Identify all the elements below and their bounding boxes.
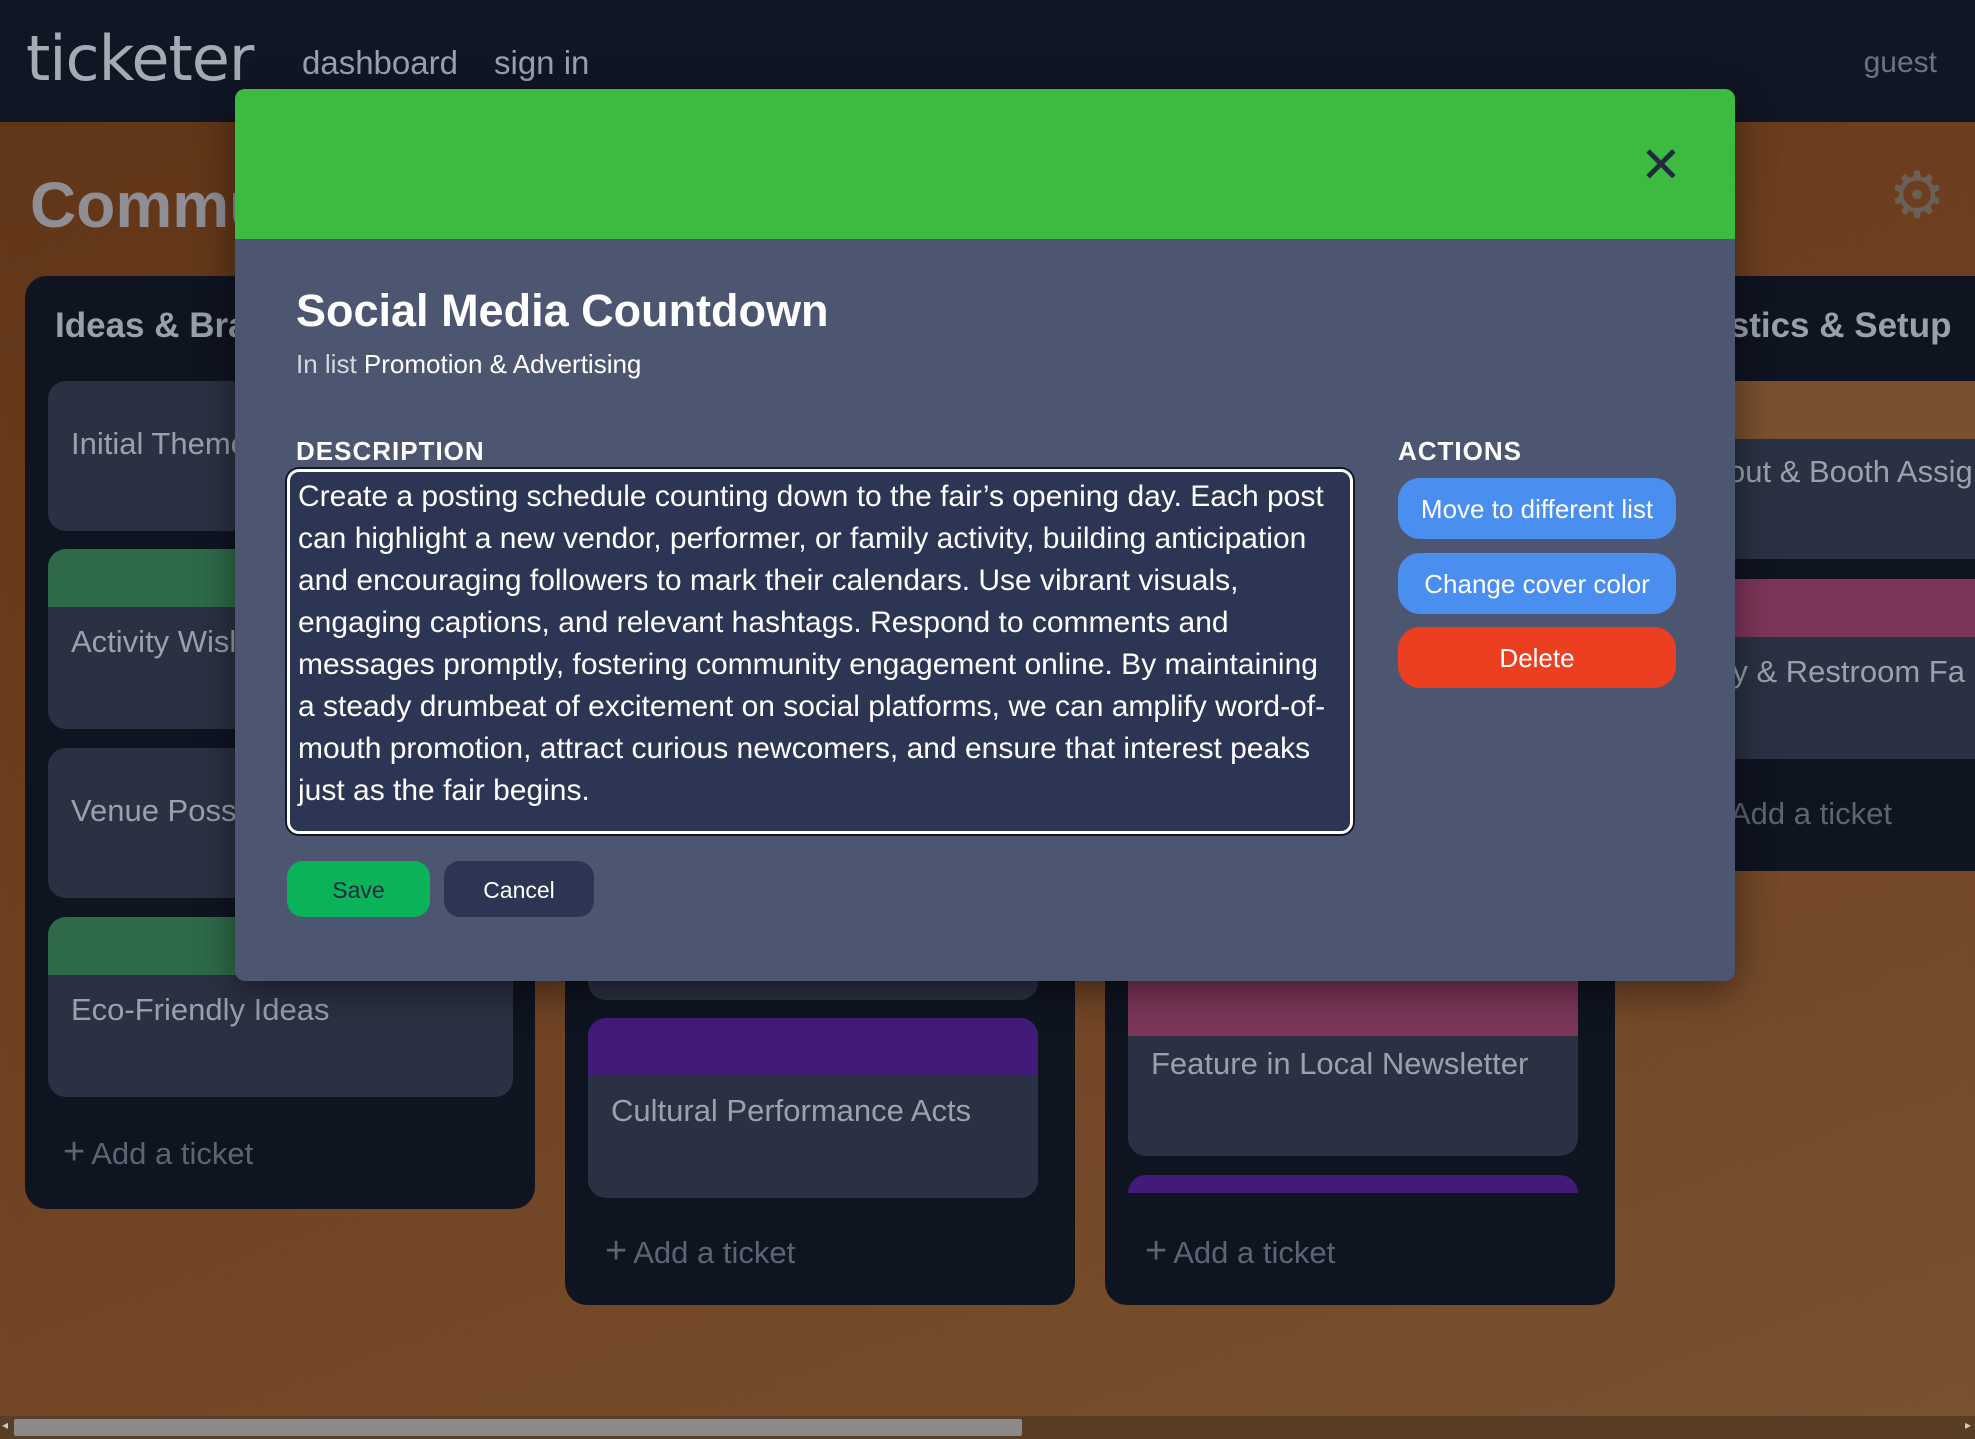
plus-icon: + [605, 1230, 628, 1272]
ticket-list-info: In list Promotion & Advertising [296, 349, 641, 380]
add-ticket-label: Add a ticket [91, 1136, 254, 1171]
add-ticket-button[interactable]: + Add a ticket [1145, 1230, 1335, 1273]
description-label: DESCRIPTION [296, 436, 485, 466]
actions-label: ACTIONS [1398, 436, 1522, 466]
list-promotion: Feature in Local Newsletter + Add a ticke… [1105, 960, 1615, 1305]
card-label: Eco-Friendly Ideas [71, 992, 330, 1027]
close-icon[interactable]: ✕ [1637, 140, 1685, 190]
add-ticket-button[interactable]: Add a ticket [1730, 796, 1892, 832]
gear-icon[interactable]: ⚙ [1886, 163, 1948, 227]
add-ticket-label: Add a ticket [1173, 1235, 1336, 1270]
card-cover [1128, 978, 1578, 1036]
list-name: Promotion & Advertising [363, 349, 642, 379]
plus-icon: + [1145, 1230, 1168, 1272]
delete-button[interactable]: Delete [1398, 627, 1676, 688]
cancel-button[interactable]: Cancel [444, 861, 594, 917]
nav-dashboard-link[interactable]: dashboard [302, 44, 458, 82]
save-button[interactable]: Save [287, 861, 430, 917]
card-label: lity & Restroom Fa [1710, 654, 1965, 689]
card-label: Venue Possil [71, 793, 251, 828]
plus-icon: + [63, 1131, 86, 1173]
card-cultural-performance[interactable]: Cultural Performance Acts [588, 1018, 1038, 1198]
card-feature-newsletter[interactable]: Feature in Local Newsletter [1128, 978, 1578, 1156]
card-partial[interactable] [1128, 1175, 1578, 1193]
ticket-title[interactable]: Social Media Countdown [296, 285, 829, 337]
move-list-button[interactable]: Move to different list [1398, 478, 1676, 539]
user-name: guest [1863, 46, 1937, 79]
in-list-prefix: In list [296, 349, 357, 379]
list-middle: Cultural Performance Acts + Add a ticket [565, 960, 1075, 1305]
app-logo[interactable]: ticketer [26, 22, 254, 95]
card-label: Feature in Local Newsletter [1151, 1046, 1529, 1081]
add-ticket-button[interactable]: + Add a ticket [63, 1131, 253, 1174]
card-label: Cultural Performance Acts [611, 1093, 972, 1128]
nav-sign-in-link[interactable]: sign in [494, 44, 589, 82]
card-label: out & Booth Assig [1728, 454, 1973, 489]
modal-cover: ✕ [235, 89, 1735, 239]
horizontal-scrollbar[interactable]: ◂ ▸ [0, 1416, 1975, 1439]
change-cover-color-button[interactable]: Change cover color [1398, 553, 1676, 614]
board-title: Commu [30, 169, 269, 241]
add-ticket-button[interactable]: + Add a ticket [605, 1230, 795, 1273]
list-title: istics & Setup [1720, 306, 1952, 345]
scrollbar-thumb[interactable] [14, 1419, 1022, 1436]
scroll-right-icon[interactable]: ▸ [1965, 1418, 1971, 1432]
add-ticket-label: Add a ticket [1730, 796, 1892, 831]
card-cover [588, 1018, 1038, 1076]
ticket-modal: ✕ Social Media Countdown In list Promoti… [235, 89, 1735, 981]
description-textarea[interactable]: Create a posting schedule counting down … [287, 469, 1353, 834]
scroll-left-icon[interactable]: ◂ [2, 1418, 8, 1432]
add-ticket-label: Add a ticket [633, 1235, 796, 1270]
card-label: Initial Theme [71, 426, 248, 461]
list-title: Ideas & Brai [55, 306, 258, 345]
card-label: Activity Wisl [71, 624, 237, 659]
